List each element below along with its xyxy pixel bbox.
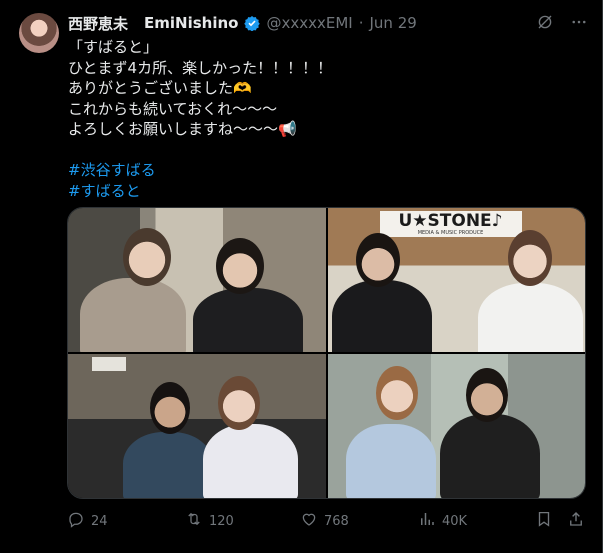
views-icon	[418, 510, 436, 532]
tweet-header: 西野恵未 EmiNishino @xxxxxEMI · Jun 29	[68, 12, 417, 34]
person-head	[218, 376, 260, 430]
verified-badge-icon	[244, 15, 261, 31]
photo-1[interactable]	[68, 208, 326, 352]
tweet-text: 「すばると」 ひとまず4カ所、楽しかった！！！！！ ありがとうございました🫶 こ…	[68, 37, 568, 201]
hashtag-link[interactable]: #渋谷すばる	[68, 160, 568, 181]
sign-subtext: MEDIA & MUSIC PRODUCE	[417, 230, 484, 236]
views-count: 40K	[442, 513, 468, 529]
tweet-line: よろしくお願いしますね〜〜〜📢	[68, 120, 297, 138]
person-figure	[80, 278, 186, 352]
display-name[interactable]: 西野恵未	[68, 13, 128, 34]
bookmark-icon	[535, 510, 553, 532]
share-button[interactable]	[567, 510, 585, 532]
person-head	[375, 366, 418, 420]
share-icon	[567, 510, 585, 532]
repost-icon	[185, 510, 203, 532]
person-head	[123, 228, 171, 286]
repost-count: 120	[209, 513, 234, 529]
reply-button[interactable]: 24	[67, 510, 108, 532]
reply-icon	[67, 510, 85, 532]
person-figure	[193, 288, 303, 352]
more-icon[interactable]	[570, 13, 588, 31]
person-figure	[123, 432, 213, 498]
views-button[interactable]: 40K	[418, 510, 467, 532]
photo-2[interactable]: U★STONE♪ MEDIA & MUSIC PRODUCE	[327, 208, 585, 352]
tweet-line: 「すばると」	[68, 38, 159, 56]
person-figure	[345, 424, 436, 498]
person-figure	[477, 283, 583, 352]
bookmark-button[interactable]	[535, 510, 553, 532]
person-head	[507, 230, 552, 286]
like-icon	[300, 510, 318, 532]
post-date[interactable]: Jun 29	[369, 14, 416, 32]
action-bar: 24 120 768 40K	[67, 510, 587, 532]
hashtag-link[interactable]: #すばると	[68, 181, 568, 202]
latin-name[interactable]: EmiNishino	[144, 14, 238, 32]
reply-count: 24	[91, 513, 108, 529]
person-figure	[203, 424, 298, 498]
media-grid: U★STONE♪ MEDIA & MUSIC PRODUCE	[67, 207, 586, 499]
wall-sign	[92, 357, 126, 371]
photo-3[interactable]	[68, 354, 326, 498]
person-head	[465, 368, 508, 422]
separator-dot: ·	[358, 14, 364, 32]
tweet-line: ありがとうございました🫶	[68, 79, 252, 97]
like-count: 768	[324, 513, 349, 529]
person-head	[355, 233, 400, 287]
tweet-card[interactable]: 西野恵未 EmiNishino @xxxxxEMI · Jun 29 「すばると…	[0, 0, 603, 553]
person-head	[150, 382, 190, 434]
avatar[interactable]	[19, 13, 59, 53]
like-button[interactable]: 768	[300, 510, 349, 532]
photo-4[interactable]	[327, 354, 585, 498]
person-figure	[331, 280, 432, 352]
tweet-line: これからも続いておくれ〜〜〜	[68, 99, 278, 118]
handle[interactable]: @xxxxxEMI	[266, 14, 352, 32]
grok-icon[interactable]	[536, 13, 554, 31]
repost-button[interactable]: 120	[185, 510, 234, 532]
tweet-line: ひとまず4カ所、楽しかった！！！！！	[68, 58, 333, 77]
person-figure	[439, 414, 540, 498]
sign-text: U★STONE♪	[398, 211, 503, 231]
stone-sign: U★STONE♪ MEDIA & MUSIC PRODUCE	[379, 211, 522, 237]
top-actions	[536, 13, 588, 31]
person-head	[216, 238, 264, 294]
